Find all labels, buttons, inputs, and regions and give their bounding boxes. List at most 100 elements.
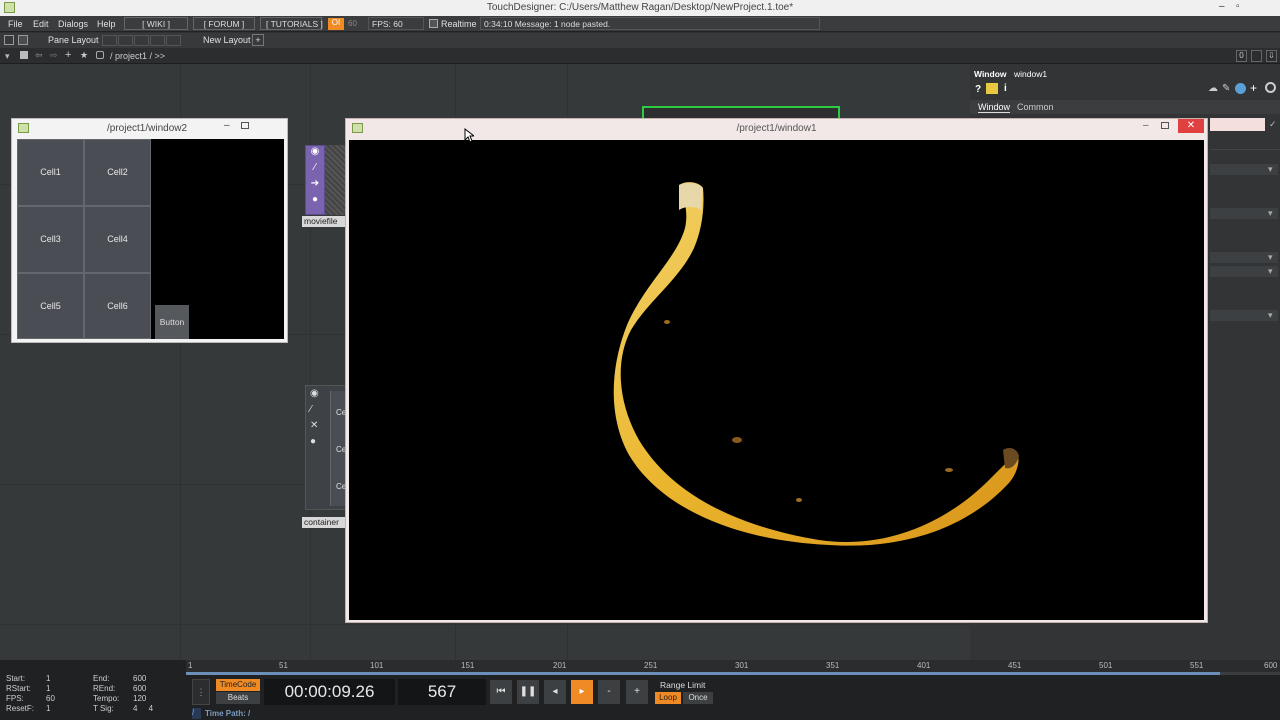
timecode-toggle[interactable]: TimeCode xyxy=(216,679,260,691)
container-node-label[interactable]: container xyxy=(302,517,348,528)
maximize-button[interactable] xyxy=(241,122,249,129)
tab-window[interactable]: Window xyxy=(978,102,1011,113)
stat-value[interactable]: 4 4 xyxy=(133,704,153,713)
bypass-icon[interactable]: ⁄ xyxy=(306,162,324,178)
stat-value[interactable]: 1 xyxy=(46,704,50,713)
parameter-dropdown[interactable]: ▾ xyxy=(1210,252,1278,263)
step-back-icon[interactable]: ◂ xyxy=(543,679,567,705)
stat-value[interactable]: 1 xyxy=(46,684,50,693)
network-path[interactable]: / project1 / >> xyxy=(110,51,165,61)
once-toggle[interactable]: Once xyxy=(683,692,713,704)
op-name[interactable]: window1 xyxy=(1014,69,1047,79)
python-help-icon[interactable] xyxy=(986,83,998,94)
timecode-display[interactable]: 00:00:09.26 xyxy=(264,679,395,705)
close-button[interactable]: ✕ xyxy=(1178,119,1204,133)
home-icon[interactable] xyxy=(96,51,104,59)
bookmark-icon[interactable]: ★ xyxy=(80,50,88,61)
step-minus-icon[interactable]: - xyxy=(597,679,621,705)
minimize-button[interactable]: – xyxy=(224,120,230,131)
comment-icon[interactable]: ☁ xyxy=(1208,83,1218,94)
minimize-button[interactable]: – xyxy=(1143,120,1149,131)
moviefile-thumbnail[interactable] xyxy=(325,145,347,215)
time-path[interactable]: Time Path: / xyxy=(205,709,250,718)
pane-icon[interactable] xyxy=(4,35,14,45)
frame-display[interactable]: 567 xyxy=(398,679,486,705)
tab-common[interactable]: Common xyxy=(1017,102,1054,112)
parameter-dropdown[interactable]: ▾ xyxy=(1210,310,1278,321)
python-icon[interactable] xyxy=(1235,83,1246,94)
pause-icon[interactable]: ❚❚ xyxy=(516,679,540,705)
chevron-down-icon[interactable]: ▾ xyxy=(5,51,10,62)
maximize-pane-icon[interactable] xyxy=(1251,50,1262,62)
fps-cap[interactable]: 60 xyxy=(348,19,357,28)
parameter-dropdown[interactable]: ▾ xyxy=(1210,164,1278,175)
timeline-menu-icon[interactable]: ⋮ xyxy=(192,679,210,705)
forward-icon[interactable]: ⇨ xyxy=(50,50,58,61)
cell-3[interactable]: Cell3 xyxy=(17,206,84,273)
stat-value[interactable]: 600 xyxy=(133,674,146,683)
realtime-checkbox[interactable] xyxy=(429,19,438,28)
rewind-icon[interactable]: ⏮ xyxy=(489,679,513,705)
window1-preview[interactable]: /project1/window1 – ✕ xyxy=(345,118,1208,623)
menu-dialogs[interactable]: Dialogs xyxy=(58,19,88,29)
chevron-icon[interactable]: ✓ xyxy=(1269,119,1277,130)
viewer-icon[interactable]: ◉ xyxy=(306,146,324,162)
wiki-link[interactable]: [ WIKI ] xyxy=(124,17,188,30)
play-icon[interactable]: ▸ xyxy=(570,679,594,705)
stat-value[interactable]: 600 xyxy=(133,684,146,693)
add-icon[interactable]: + xyxy=(65,49,71,61)
beats-toggle[interactable]: Beats xyxy=(216,692,260,704)
layout-quad-icon[interactable] xyxy=(166,35,181,46)
minimize-button[interactable]: – xyxy=(1219,1,1225,12)
stat-value[interactable]: 1 xyxy=(46,674,50,683)
moviefile-node-strip[interactable]: ◉ ⁄ ➔ ● xyxy=(305,145,325,215)
cell-6[interactable]: Cell6 xyxy=(84,273,151,339)
maximize-button[interactable]: ▫ xyxy=(1236,1,1240,12)
layout-split-v-icon[interactable] xyxy=(118,35,133,46)
cell-2[interactable]: Cell2 xyxy=(84,139,151,206)
window1-title-bar[interactable]: /project1/window1 – ✕ xyxy=(346,119,1207,139)
layout-triple-icon[interactable] xyxy=(150,35,165,46)
window2-preview[interactable]: /project1/window2 – Cell1 Cell2 Cell3 Ce… xyxy=(11,118,288,343)
timeline-track[interactable] xyxy=(186,672,1280,675)
parameter-dropdown[interactable]: ▾ xyxy=(1210,208,1278,219)
bypass-icon[interactable]: ⁄ xyxy=(310,404,312,415)
cell-5[interactable]: Cell5 xyxy=(17,273,84,339)
export-icon[interactable]: ➔ xyxy=(306,178,324,194)
loop-toggle[interactable]: Loop xyxy=(655,692,681,704)
layout-split-h-icon[interactable] xyxy=(134,35,149,46)
oi-toggle[interactable]: OI xyxy=(328,18,344,30)
menu-edit[interactable]: Edit xyxy=(33,19,49,29)
tutorials-link[interactable]: [ TUTORIALS ] xyxy=(260,17,323,30)
stop-icon[interactable] xyxy=(20,51,28,59)
forum-link[interactable]: [ FORUM ] xyxy=(193,17,255,30)
moviefile-node-label[interactable]: moviefile xyxy=(302,216,348,227)
zero-button[interactable]: 0 xyxy=(1236,50,1247,62)
menu-file[interactable]: File xyxy=(8,19,23,29)
close-icon[interactable]: ✕ xyxy=(310,420,318,431)
split-pane-icon[interactable]: ⇩ xyxy=(1266,50,1277,62)
container-button[interactable]: Button xyxy=(155,305,189,339)
step-plus-icon[interactable]: + xyxy=(625,679,649,705)
info-icon[interactable]: i xyxy=(1004,83,1007,94)
window2-title-bar[interactable]: /project1/window2 – xyxy=(12,119,287,138)
cell-1[interactable]: Cell1 xyxy=(17,139,84,206)
lock-icon[interactable]: ● xyxy=(310,436,316,447)
maximize-button[interactable] xyxy=(1161,122,1169,129)
lock-icon[interactable]: ● xyxy=(306,194,324,210)
parameter-field-highlight[interactable] xyxy=(1210,118,1265,131)
cell-4[interactable]: Cell4 xyxy=(84,206,151,273)
parameter-dropdown[interactable]: ▾ xyxy=(1210,266,1278,277)
viewer-icon[interactable]: ◉ xyxy=(310,388,319,399)
edit-icon[interactable]: ✎ xyxy=(1222,83,1230,94)
pane-save-icon[interactable] xyxy=(18,35,28,45)
settings-icon[interactable] xyxy=(1265,82,1276,93)
menu-help[interactable]: Help xyxy=(97,19,116,29)
help-icon[interactable]: ? xyxy=(975,84,981,95)
container-node[interactable]: ◉ ⁄ ✕ ● Ce Ce Ce xyxy=(305,385,348,510)
stat-value[interactable]: 120 xyxy=(133,694,146,703)
layout-single-icon[interactable] xyxy=(102,35,117,46)
new-layout-button[interactable]: + xyxy=(252,34,264,46)
stat-value[interactable]: 60 xyxy=(46,694,55,703)
add-parameter-icon[interactable]: + xyxy=(1250,81,1257,95)
